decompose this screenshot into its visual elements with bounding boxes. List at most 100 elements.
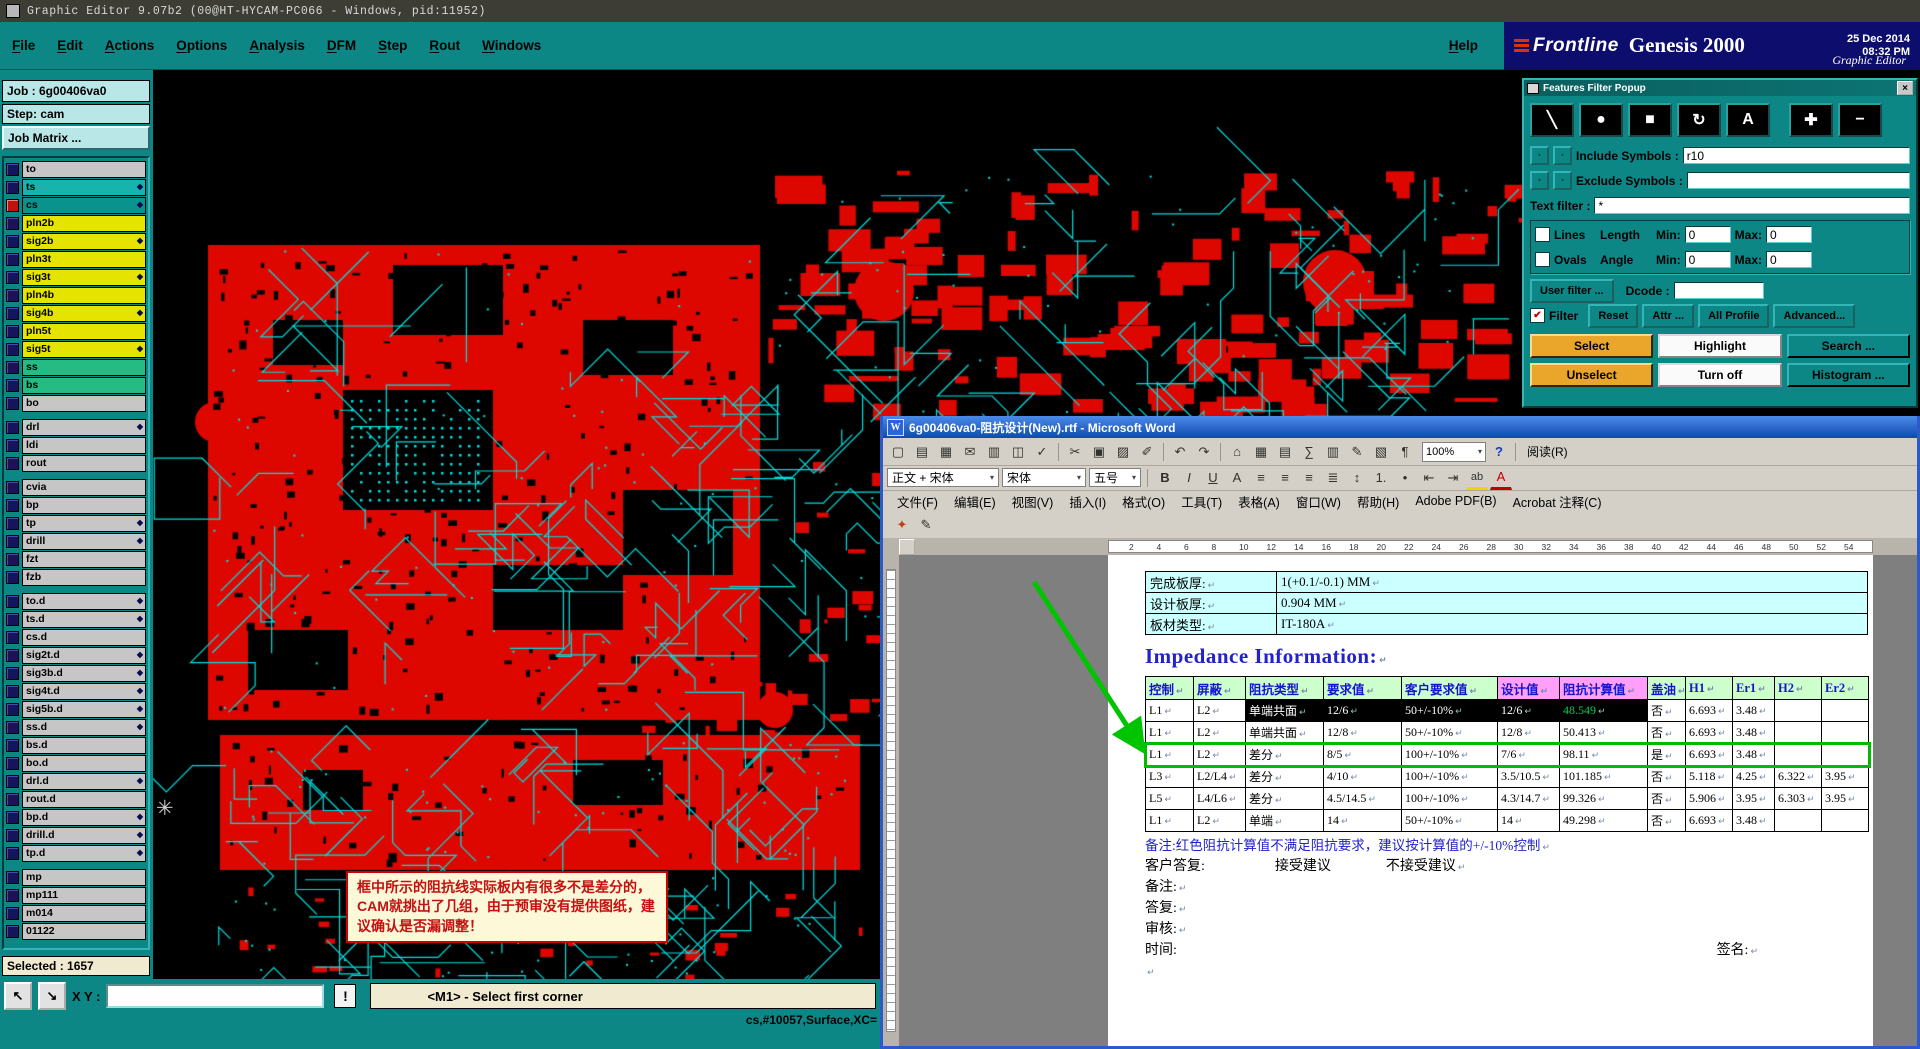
- menu-help[interactable]: Help: [1449, 38, 1478, 53]
- layer-visibility-toggle[interactable]: [6, 630, 19, 644]
- menu-dfm[interactable]: DFM: [327, 38, 356, 53]
- document-page[interactable]: 完成板厚: ↵ 1(+0.1/-0.1) MM ↵ 设计板厚: ↵ 0.904 MM ↵ 板材类…: [1108, 555, 1873, 1046]
- layer-label[interactable]: sig2t.d ◆: [22, 646, 146, 664]
- tab-selector[interactable]: [899, 539, 915, 555]
- print-preview-icon[interactable]: ◫: [1007, 441, 1029, 463]
- layer-visibility-toggle[interactable]: [6, 252, 19, 266]
- layer-visibility-toggle[interactable]: [6, 438, 19, 452]
- layer-visibility-toggle[interactable]: [6, 420, 19, 434]
- layer-label[interactable]: pln2b: [22, 214, 146, 232]
- layer-visibility-toggle[interactable]: [6, 342, 19, 356]
- layer-visibility-toggle[interactable]: [6, 702, 19, 716]
- layer-visibility-toggle[interactable]: [6, 552, 19, 566]
- word-menu-acrobat-comments[interactable]: Acrobat 注释(C): [1505, 492, 1610, 511]
- layer-row-cs[interactable]: cs ◆: [6, 196, 146, 214]
- read-mode-button[interactable]: 阅读(R): [1521, 442, 1574, 462]
- all-profile-button[interactable]: All Profile: [1698, 303, 1770, 328]
- show-marks-icon[interactable]: ¶: [1394, 441, 1416, 463]
- redo-icon[interactable]: ↷: [1193, 441, 1215, 463]
- popup-titlebar[interactable]: Features Filter Popup ×: [1524, 80, 1916, 96]
- word-menu-window[interactable]: 窗口(W): [1288, 492, 1349, 511]
- pen-icon[interactable]: ✎: [915, 514, 937, 536]
- layer-row-mp[interactable]: mp: [6, 868, 146, 886]
- layer-label[interactable]: bo: [22, 394, 146, 412]
- zoom-select[interactable]: 100% ▾: [1422, 441, 1486, 462]
- word-menu-file[interactable]: 文件(F): [889, 492, 946, 511]
- word-menu-tools[interactable]: 工具(T): [1173, 492, 1230, 511]
- job-matrix-button[interactable]: Job Matrix ...: [2, 126, 150, 150]
- layer-label[interactable]: bp.d ◆: [22, 808, 146, 826]
- layer-row-sig2b[interactable]: sig2b ◆: [6, 232, 146, 250]
- word-help-icon[interactable]: ?: [1488, 441, 1510, 463]
- layer-visibility-toggle[interactable]: [6, 480, 19, 494]
- length-min-input[interactable]: [1684, 226, 1731, 243]
- layer-label[interactable]: drl ◆: [22, 418, 146, 436]
- word-menu-view[interactable]: 视图(V): [1004, 492, 1062, 511]
- layer-label[interactable]: pln5t: [22, 322, 146, 340]
- layer-label[interactable]: bo.d: [22, 754, 146, 772]
- layer-visibility-toggle[interactable]: [6, 720, 19, 734]
- layer-row-bs.d[interactable]: bs.d: [6, 736, 146, 754]
- layer-label[interactable]: ldi: [22, 436, 146, 454]
- layer-label[interactable]: m014: [22, 904, 146, 922]
- paste-icon[interactable]: ▨: [1112, 441, 1134, 463]
- include-picker2-button[interactable]: ▪: [1553, 146, 1572, 165]
- open-icon[interactable]: ▤: [911, 441, 933, 463]
- layer-label[interactable]: drl.d ◆: [22, 772, 146, 790]
- layer-row-to[interactable]: to: [6, 160, 146, 178]
- ovals-checkbox[interactable]: [1535, 252, 1550, 267]
- angle-min-input[interactable]: [1684, 251, 1731, 268]
- layer-row-pln4b[interactable]: pln4b: [6, 286, 146, 304]
- layer-row-sig4b[interactable]: sig4b ◆: [6, 304, 146, 322]
- include-symbols-input[interactable]: [1682, 147, 1910, 164]
- layer-visibility-toggle[interactable]: [6, 456, 19, 470]
- spelling-icon[interactable]: ✓: [1031, 441, 1053, 463]
- layer-label[interactable]: rout.d: [22, 790, 146, 808]
- bold-button[interactable]: B: [1154, 467, 1176, 489]
- layer-row-tp[interactable]: tp ◆: [6, 514, 146, 532]
- layer-visibility-toggle[interactable]: [6, 810, 19, 824]
- layer-label[interactable]: cvia: [22, 478, 146, 496]
- layer-row-rout.d[interactable]: rout.d: [6, 790, 146, 808]
- font-select[interactable]: 宋体 ▾: [1002, 468, 1086, 487]
- document-map-icon[interactable]: ▧: [1370, 441, 1392, 463]
- layer-row-ss.d[interactable]: ss.d ◆: [6, 718, 146, 736]
- layer-row-bo[interactable]: bo: [6, 394, 146, 412]
- email-icon[interactable]: ✉: [959, 441, 981, 463]
- layer-label[interactable]: cs ◆: [22, 196, 146, 214]
- style-select[interactable]: 正文 + 宋体 ▾: [887, 468, 999, 487]
- layer-visibility-toggle[interactable]: [6, 270, 19, 284]
- layer-visibility-toggle[interactable]: [6, 288, 19, 302]
- underline-button[interactable]: U: [1202, 467, 1224, 489]
- layer-row-sig5t[interactable]: sig5t ◆: [6, 340, 146, 358]
- italic-button[interactable]: I: [1178, 467, 1200, 489]
- exclude-picker2-button[interactable]: ▪: [1553, 171, 1572, 190]
- word-titlebar[interactable]: W 6g00406va0-阻抗设计(New).rtf - Microsoft W…: [883, 416, 1917, 438]
- numbered-list-button[interactable]: 1.: [1370, 467, 1392, 489]
- layer-visibility-toggle[interactable]: [6, 234, 19, 248]
- menu-rout[interactable]: Rout: [429, 38, 460, 53]
- layer-label[interactable]: bs.d: [22, 736, 146, 754]
- font-size-select[interactable]: 五号 ▾: [1089, 468, 1141, 487]
- search-button[interactable]: Search ...: [1786, 334, 1910, 358]
- layer-row-pln2b[interactable]: pln2b: [6, 214, 146, 232]
- layer-visibility-toggle[interactable]: [6, 162, 19, 176]
- layer-row-bs[interactable]: bs: [6, 376, 146, 394]
- word-menu-edit[interactable]: 编辑(E): [946, 492, 1004, 511]
- exclude-symbols-input[interactable]: [1686, 172, 1910, 189]
- layer-row-drl[interactable]: drl ◆: [6, 418, 146, 436]
- layer-row-fzt[interactable]: fzt: [6, 550, 146, 568]
- layer-visibility-toggle[interactable]: [6, 396, 19, 410]
- cut-icon[interactable]: ✂: [1064, 441, 1086, 463]
- layer-label[interactable]: sig2b ◆: [22, 232, 146, 250]
- layer-visibility-toggle[interactable]: [6, 648, 19, 662]
- char-border-button[interactable]: A: [1226, 467, 1248, 489]
- text-filter-input[interactable]: [1594, 197, 1910, 214]
- layer-visibility-toggle[interactable]: [6, 570, 19, 584]
- layer-row-m014[interactable]: m014: [6, 904, 146, 922]
- layer-row-sig3b.d[interactable]: sig3b.d ◆: [6, 664, 146, 682]
- layer-visibility-toggle[interactable]: [6, 306, 19, 320]
- layer-label[interactable]: drill ◆: [22, 532, 146, 550]
- word-menu-adobe-pdf[interactable]: Adobe PDF(B): [1407, 494, 1504, 508]
- layer-label[interactable]: sig4b ◆: [22, 304, 146, 322]
